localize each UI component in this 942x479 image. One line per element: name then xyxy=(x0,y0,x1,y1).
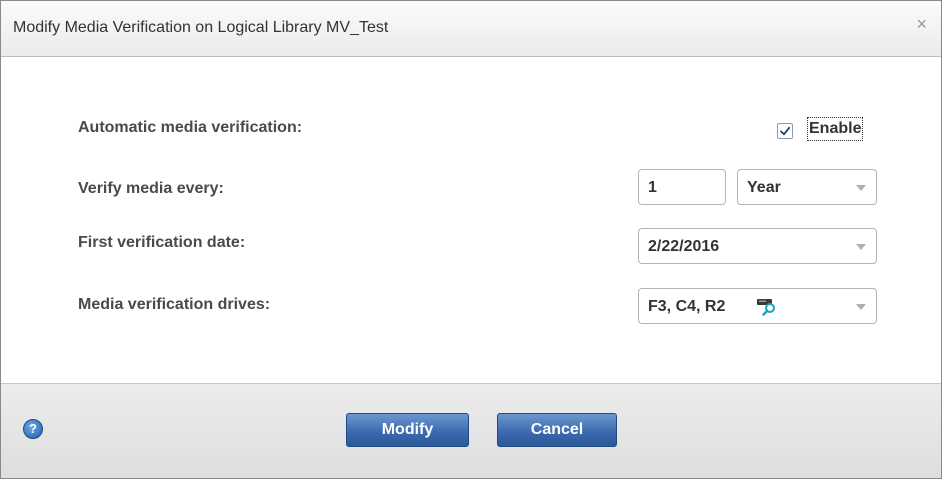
modify-media-verification-dialog: Modify Media Verification on Logical Lib… xyxy=(0,0,942,479)
chevron-down-icon xyxy=(856,185,866,191)
verify-count-input[interactable]: 1 xyxy=(638,169,726,205)
checkmark-icon xyxy=(780,126,791,136)
enable-checkbox[interactable] xyxy=(777,123,793,139)
verify-count-value: 1 xyxy=(648,179,657,196)
help-icon[interactable]: ? xyxy=(23,419,43,439)
dialog-titlebar: Modify Media Verification on Logical Lib… xyxy=(1,1,941,57)
drives-value: F3, C4, R2 xyxy=(648,298,726,315)
first-date-label: First verification date: xyxy=(78,234,246,251)
modify-button[interactable]: Modify xyxy=(346,413,469,447)
verify-every-label: Verify media every: xyxy=(78,180,224,197)
cancel-button[interactable]: Cancel xyxy=(497,413,617,447)
drives-label: Media verification drives: xyxy=(78,296,271,313)
drives-select[interactable]: F3, C4, R2 xyxy=(638,288,877,324)
dialog-title: Modify Media Verification on Logical Lib… xyxy=(13,19,389,36)
dialog-footer: ? Modify Cancel xyxy=(1,383,941,478)
enable-checkbox-label[interactable]: Enable xyxy=(807,117,864,141)
drive-search-icon xyxy=(757,299,775,316)
first-date-value: 2/22/2016 xyxy=(648,238,720,255)
close-icon[interactable]: × xyxy=(916,15,927,33)
auto-verification-label: Automatic media verification: xyxy=(78,119,303,136)
chevron-down-icon xyxy=(856,244,866,250)
verify-unit-select[interactable]: Year xyxy=(737,169,877,205)
verify-unit-value: Year xyxy=(747,179,781,196)
first-date-select[interactable]: 2/22/2016 xyxy=(638,228,877,264)
chevron-down-icon xyxy=(856,304,866,310)
